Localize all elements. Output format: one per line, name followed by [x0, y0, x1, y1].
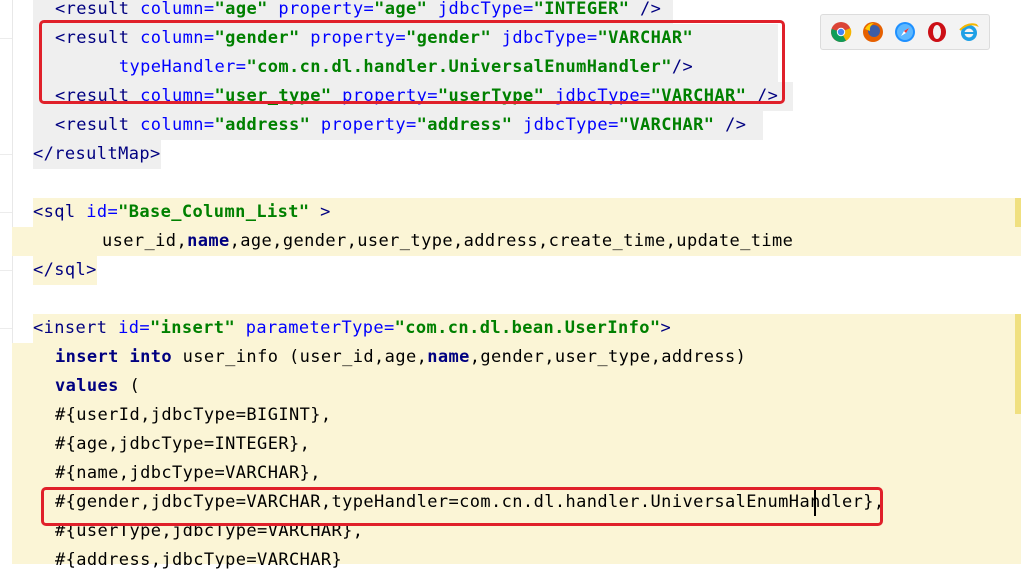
- code-line[interactable]: user_id,name,age,gender,user_type,addres…: [102, 227, 793, 256]
- safari-icon[interactable]: [894, 21, 916, 43]
- code-line[interactable]: insert into user_info (user_id,age,name,…: [55, 343, 746, 372]
- code-token: insert into: [55, 347, 183, 367]
- code-line[interactable]: <insert id="insert" parameterType="com.c…: [33, 314, 671, 343]
- highlight-box-resultmap-gender: [39, 20, 785, 104]
- code-token: #{age,jdbcType=INTEGER},: [55, 434, 311, 454]
- code-token: <sql: [33, 202, 87, 222]
- scroll-marker[interactable]: [1015, 198, 1021, 227]
- code-line[interactable]: <sql id="Base_Column_List" >: [33, 198, 331, 227]
- code-token: id=: [86, 202, 119, 222]
- code-token: ,age,gender,user_type,address,create_tim…: [229, 231, 794, 251]
- code-token: column=: [140, 115, 215, 135]
- code-token: "insert": [150, 318, 236, 338]
- code-token: <result: [55, 115, 141, 135]
- code-line[interactable]: </sql>: [33, 256, 97, 285]
- code-line[interactable]: </resultMap>: [33, 140, 161, 169]
- code-token: name: [187, 231, 230, 251]
- chrome-icon[interactable]: [830, 21, 852, 43]
- code-token: property=: [278, 0, 375, 19]
- code-token: <insert: [33, 318, 119, 338]
- code-token: </resultMap>: [33, 144, 161, 164]
- code-token: property=: [320, 115, 417, 135]
- code-token: parameterType=: [245, 318, 395, 338]
- scroll-marker[interactable]: [1015, 314, 1021, 414]
- code-token: user_info (user_id,age,: [182, 347, 428, 367]
- code-token: user_id,: [102, 231, 188, 251]
- code-token: #{userId,jdbcType=BIGINT},: [55, 405, 332, 425]
- code-token: id=: [118, 318, 150, 338]
- code-line[interactable]: #{age,jdbcType=INTEGER},: [55, 430, 310, 459]
- code-line[interactable]: #{userId,jdbcType=BIGINT},: [55, 401, 332, 430]
- fold-marker[interactable]: [0, 328, 12, 347]
- code-line[interactable]: #{address,jdbcType=VARCHAR}: [55, 546, 342, 575]
- code-token: "VARCHAR": [618, 115, 715, 135]
- code-token: />: [725, 115, 747, 135]
- code-token: ,gender,user_type,address): [469, 347, 747, 367]
- code-token: >: [660, 318, 672, 338]
- code-token: >: [320, 202, 331, 222]
- code-token: </sql>: [33, 260, 97, 280]
- code-token: />: [640, 0, 662, 19]
- code-token: #{name,jdbcType=VARCHAR},: [55, 463, 321, 483]
- fold-marker[interactable]: [0, 212, 12, 231]
- code-token: "Base_Column_List": [118, 202, 310, 222]
- fold-marker[interactable]: [0, 154, 12, 173]
- ie-icon[interactable]: [958, 21, 980, 43]
- code-token: jdbcType=: [522, 115, 619, 135]
- code-token: "age": [374, 0, 428, 19]
- code-line[interactable]: #{name,jdbcType=VARCHAR},: [55, 459, 321, 488]
- code-token: column=: [140, 0, 215, 19]
- code-token: #{address,jdbcType=VARCHAR}: [55, 550, 343, 570]
- code-token: "age": [214, 0, 268, 19]
- code-token: (: [129, 376, 141, 396]
- firefox-icon[interactable]: [862, 21, 884, 43]
- code-token: "address": [416, 115, 513, 135]
- code-token: <result: [55, 0, 141, 19]
- code-line[interactable]: values (: [55, 372, 140, 401]
- fold-marker[interactable]: [0, 270, 12, 289]
- code-token: "INTEGER": [533, 0, 630, 19]
- code-line[interactable]: <result column="address" property="addre…: [55, 111, 746, 140]
- highlight-box-insert-gender: [41, 487, 883, 526]
- code-token: "address": [214, 115, 311, 135]
- code-token: jdbcType=: [437, 0, 534, 19]
- code-token: "com.cn.dl.bean.UserInfo": [394, 318, 661, 338]
- fold-marker[interactable]: [0, 38, 12, 57]
- opera-icon[interactable]: [926, 21, 948, 43]
- browser-preview-bar: [820, 14, 990, 50]
- code-token: values: [55, 376, 130, 396]
- code-token: name: [427, 347, 470, 367]
